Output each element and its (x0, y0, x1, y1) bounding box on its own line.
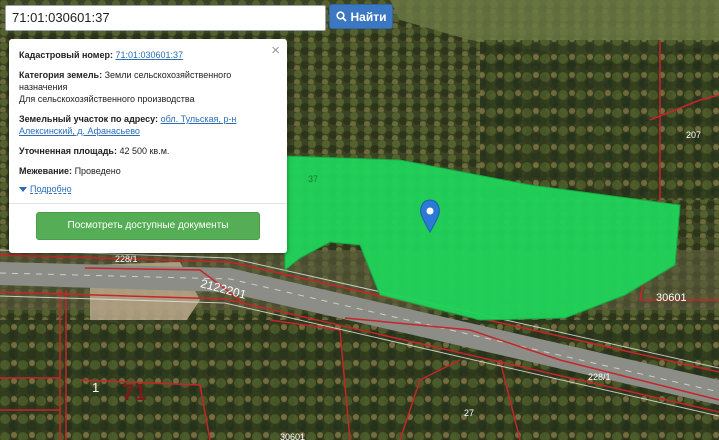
close-icon[interactable]: × (271, 43, 280, 58)
search-button-label: Найти (350, 9, 387, 24)
parcel-label-207: 207 (686, 130, 702, 140)
cadastral-number-row: Кадастровый номер: 71:01:030601:37 (19, 49, 277, 61)
parcel-label-27: 27 (464, 408, 475, 418)
parcel-label-228-1-left: 228/1 (115, 254, 138, 264)
land-category-row: Категория земель: Земли сельскохозяйстве… (19, 69, 277, 105)
cadastral-search-input[interactable]: 71:01:030601:37 (5, 5, 326, 31)
search-button[interactable]: Найти (329, 4, 393, 29)
survey-row: Межевание: Проведено (19, 165, 277, 177)
parcel-label-30601: 30601 (656, 292, 687, 304)
details-label: Подробно (30, 184, 72, 194)
parcel-label-228-1-right: 228/1 (588, 372, 611, 382)
survey-value: Проведено (74, 166, 121, 176)
parcel-label-37: 37 (308, 174, 319, 184)
area-value: 42 500 кв.м. (119, 146, 170, 156)
cadastral-number-label: Кадастровый номер: (19, 50, 113, 60)
popup-divider (9, 203, 287, 204)
area-row: Уточненная площадь: 42 500 кв.м. (19, 145, 277, 157)
parcel-info-popup: × Кадастровый номер: 71:01:030601:37 Кат… (9, 39, 287, 253)
land-usage-value: Для сельскохозяйственного производства (19, 94, 195, 104)
block-label-71: 71 (122, 380, 147, 405)
address-label: Земельный участок по адресу: (19, 114, 159, 124)
caret-down-icon (19, 186, 27, 192)
address-row: Земельный участок по адресу: обл. Тульск… (19, 113, 277, 137)
view-documents-button[interactable]: Посмотреть доступные документы (36, 212, 260, 240)
cadastral-number-link[interactable]: 71:01:030601:37 (115, 50, 183, 60)
parcel-label-bottom: 30601 (280, 432, 306, 440)
search-icon (335, 11, 347, 22)
survey-label: Межевание: (19, 166, 73, 176)
land-category-label: Категория земель: (19, 70, 103, 80)
details-toggle[interactable]: Подробно (19, 183, 277, 195)
parcel-label-1: 1 (92, 380, 100, 395)
area-label: Уточненная площадь: (19, 146, 117, 156)
